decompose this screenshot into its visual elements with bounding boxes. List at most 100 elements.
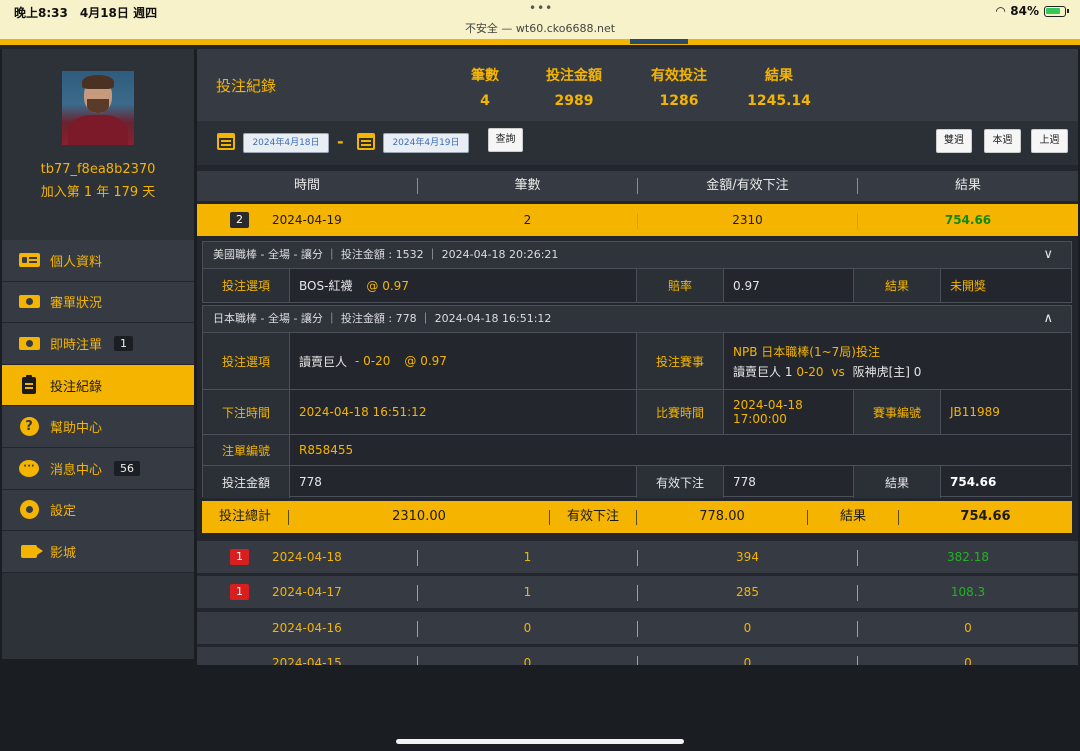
row-amount: 0 (743, 656, 752, 665)
sidebar-item-cinema[interactable]: 影城 (2, 531, 194, 573)
status-right: ◠ 84% (996, 4, 1069, 18)
wifi-icon: ◠ (996, 4, 1006, 18)
row-date: 2024-04-18 (272, 550, 342, 564)
amount-value: 778 (290, 465, 637, 498)
total-label: 投注總計 (218, 509, 271, 524)
table-row[interactable]: 1 2024-04-17 1 285 108.3 (197, 576, 1078, 608)
calendar-icon[interactable] (357, 133, 375, 150)
summary-amount: 投注金額 2989 (546, 68, 602, 109)
match-time-value: 2024-04-18 17:00:00 (724, 389, 854, 434)
match-no-value: JB11989 (941, 389, 1072, 434)
url-bar[interactable]: 不安全 — wt60.cko6688.net (0, 20, 1080, 36)
sidebar-item-label: 消息中心 (50, 462, 103, 478)
summary-count: 筆數 4 (471, 68, 499, 109)
result-label: 結果 (854, 465, 941, 498)
chat-icon: ··· (19, 459, 39, 477)
calendar-icon[interactable] (217, 133, 235, 150)
header-time: 時間 (293, 178, 320, 193)
row-date: 2024-04-15 (272, 656, 342, 665)
sidebar-item-settings[interactable]: 設定 (2, 489, 194, 532)
sidebar-item-profile[interactable]: 個人資料 (2, 240, 194, 282)
start-date-input[interactable]: 2024年4月18日 (243, 133, 329, 153)
row-result: 108.3 (950, 585, 986, 599)
count-badge: 56 (114, 460, 141, 476)
sidebar-item-review[interactable]: 審單狀況 (2, 281, 194, 324)
status-time: 晚上8:33 4月18日 週四 (14, 6, 158, 20)
sidebar-item-label: 幫助中心 (50, 421, 103, 437)
match-no-label: 賽事編號 (854, 389, 941, 434)
more-dots-icon[interactable]: ••• (529, 1, 553, 15)
date-filter-bar: 2024年4月18日 - 2024年4月19日 查詢 雙週 本週 上週 (197, 121, 1078, 165)
two-weeks-button[interactable]: 雙週 (936, 129, 972, 153)
row-amount: 0 (743, 621, 752, 635)
summary-result: 結果 1245.14 (747, 68, 811, 109)
event-label: 投注賽事 (637, 332, 724, 389)
sidebar-item-label: 個人資料 (50, 254, 103, 270)
table-row[interactable]: 2 2024-04-19 2 2310 754.66 (197, 204, 1078, 236)
option-value: BOS-紅襪 @ 0.97 (290, 268, 637, 302)
sidebar: tb77_f8ea8b2370 加入第 1 年 179 天 個人資料 審單狀況 … (2, 49, 194, 659)
result-value: 754.66 (941, 465, 1072, 498)
username: tb77_f8ea8b2370 (40, 162, 156, 177)
summary-panel: 投注紀錄 筆數 4 投注金額 2989 有效投注 1286 結果 1245.14 (197, 49, 1078, 121)
this-week-button[interactable]: 本週 (984, 129, 1021, 153)
bet-time-value: 2024-04-18 16:51:12 (290, 389, 637, 434)
header-count: 筆數 (514, 178, 541, 193)
bet-header[interactable]: 美國職棒 - 全場 - 讓分 ｜ 投注金額 : 1532 ｜ 2024-04-1… (203, 242, 1071, 268)
summary-valid: 有效投注 1286 (651, 68, 707, 109)
sidebar-item-live-bets[interactable]: 即時注單 1 (2, 323, 194, 365)
table-row[interactable]: 1 2024-04-18 1 394 382.18 (197, 541, 1078, 573)
top-accent-tab (630, 39, 688, 44)
row-count: 1 (523, 585, 532, 599)
sidebar-item-label: 影城 (50, 545, 77, 561)
row-count: 1 (523, 550, 532, 564)
avatar[interactable] (62, 71, 134, 145)
event-value: NPB 日本職棒(1~7局)投注 讀賣巨人 1 0-20 vs 阪神虎[主] 0 (724, 332, 1072, 389)
last-week-button[interactable]: 上週 (1031, 129, 1068, 153)
row-date: 2024-04-17 (272, 585, 342, 599)
question-icon: ? (19, 417, 39, 437)
sidebar-menu: 個人資料 審單狀況 即時注單 1 投注紀錄 ? 幫助中心 ··· 消息中心 56… (2, 240, 194, 573)
total-valid-label: 有效下注 (566, 509, 619, 524)
bet-detail-card: 日本職棒 - 全場 - 讓分 ｜ 投注金額 : 778 ｜ 2024-04-18… (202, 305, 1072, 498)
sidebar-item-messages[interactable]: ··· 消息中心 56 (2, 447, 194, 490)
camera-icon (21, 544, 37, 558)
valid-label: 有效下注 (637, 465, 724, 498)
order-value: R858455 (290, 434, 1072, 465)
table-header: 時間 筆數 金額/有效下注 結果 (197, 171, 1078, 201)
sidebar-item-label: 審單狀況 (50, 296, 103, 312)
row-result: 754.66 (944, 213, 992, 227)
row-amount: 394 (736, 550, 759, 564)
row-count: 0 (523, 656, 532, 665)
result-value: 未開獎 (941, 268, 1072, 302)
count-badge: 1 (230, 549, 249, 565)
home-indicator[interactable] (396, 739, 684, 744)
page-title: 投注紀錄 (216, 77, 277, 95)
bet-detail-card: 美國職棒 - 全場 - 讓分 ｜ 投注金額 : 1532 ｜ 2024-04-1… (202, 241, 1072, 303)
bet-total-bar: 投注總計 2310.00 有效下注 778.00 結果 754.66 (202, 501, 1072, 533)
gear-icon (19, 500, 39, 520)
table-row[interactable]: 2024-04-15 0 0 0 (197, 647, 1078, 665)
header-result: 結果 (954, 178, 981, 193)
option-label: 投注選項 (203, 332, 290, 389)
row-count: 0 (523, 621, 532, 635)
order-label: 注單編號 (203, 434, 290, 465)
sidebar-item-bet-history[interactable]: 投注紀錄 (2, 364, 194, 407)
row-date: 2024-04-16 (272, 621, 342, 635)
end-date-input[interactable]: 2024年4月19日 (383, 133, 469, 153)
count-badge: 1 (230, 584, 249, 600)
sidebar-item-help[interactable]: ? 幫助中心 (2, 406, 194, 448)
battery-percent: 84% (1010, 4, 1039, 18)
sidebar-item-label: 設定 (50, 504, 77, 520)
total-valid: 778.00 (699, 509, 745, 524)
row-result: 0 (964, 656, 972, 665)
chevron-up-icon[interactable]: ∧ (1043, 306, 1053, 332)
result-label: 結果 (854, 268, 941, 302)
table-row[interactable]: 2024-04-16 0 0 0 (197, 612, 1078, 644)
count-badge: 1 (114, 335, 134, 351)
total-result-label: 結果 (839, 509, 866, 524)
count-badge: 2 (230, 212, 249, 228)
search-button[interactable]: 查詢 (488, 128, 523, 152)
chevron-down-icon[interactable]: ∨ (1043, 242, 1053, 268)
bet-header[interactable]: 日本職棒 - 全場 - 讓分 ｜ 投注金額 : 778 ｜ 2024-04-18… (203, 306, 1071, 332)
